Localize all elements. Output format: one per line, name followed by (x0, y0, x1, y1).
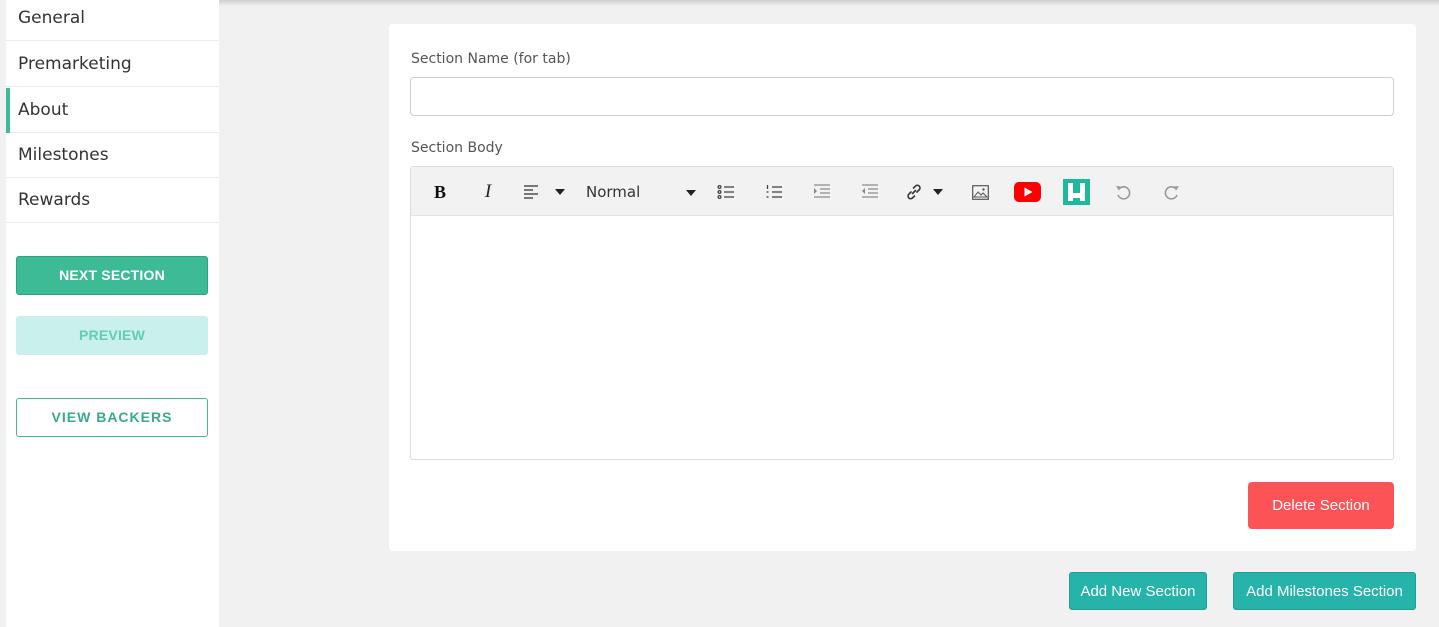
link-dropdown[interactable] (901, 179, 947, 205)
sidebar-item-general[interactable]: General (6, 0, 219, 41)
bold-icon[interactable]: B (431, 179, 449, 205)
add-new-section-button[interactable]: Add New Section (1069, 572, 1207, 610)
align-dropdown[interactable] (521, 179, 567, 205)
indent-icon[interactable] (812, 179, 832, 205)
outdent-icon[interactable] (860, 179, 880, 205)
next-section-button[interactable]: NEXT SECTION (16, 256, 208, 295)
sidebar-item-label: About (18, 100, 69, 120)
embed-logo-icon[interactable] (1062, 179, 1090, 205)
section-body-label: Section Body (411, 140, 503, 156)
editor-toolbar: B I Normal (411, 167, 1393, 216)
rich-text-editor: B I Normal (410, 166, 1394, 460)
text-size-selected: Normal (586, 183, 641, 201)
sidebar-item-milestones[interactable]: Milestones (6, 133, 219, 178)
text-size-select[interactable]: Normal (586, 179, 696, 205)
sidebar: General Premarketing About Milestones Re… (6, 0, 219, 627)
chevron-down-icon (933, 189, 943, 195)
sidebar-item-rewards[interactable]: Rewards (6, 178, 219, 223)
youtube-icon[interactable] (1013, 179, 1041, 205)
delete-section-button[interactable]: Delete Section (1248, 482, 1394, 529)
numbered-list-icon[interactable] (764, 179, 784, 205)
image-icon[interactable] (970, 179, 990, 205)
section-name-input[interactable] (410, 77, 1394, 116)
section-editor-card: Section Name (for tab) Section Body B I … (389, 24, 1416, 551)
view-backers-button[interactable]: VIEW BACKERS (16, 398, 208, 437)
link-icon (905, 183, 923, 201)
sidebar-item-about[interactable]: About (6, 88, 219, 133)
chevron-down-icon (555, 189, 565, 195)
preview-button[interactable]: PREVIEW (16, 316, 208, 355)
add-milestones-section-button[interactable]: Add Milestones Section (1233, 572, 1416, 610)
italic-icon[interactable]: I (479, 179, 497, 205)
align-left-icon (523, 184, 541, 200)
section-name-label: Section Name (for tab) (411, 51, 571, 67)
sidebar-item-premarketing[interactable]: Premarketing (6, 42, 219, 87)
undo-icon[interactable] (1113, 179, 1133, 205)
bullet-list-icon[interactable] (716, 179, 736, 205)
section-body-textarea[interactable] (411, 216, 1393, 459)
chevron-down-icon (686, 183, 696, 201)
redo-icon[interactable] (1161, 179, 1181, 205)
